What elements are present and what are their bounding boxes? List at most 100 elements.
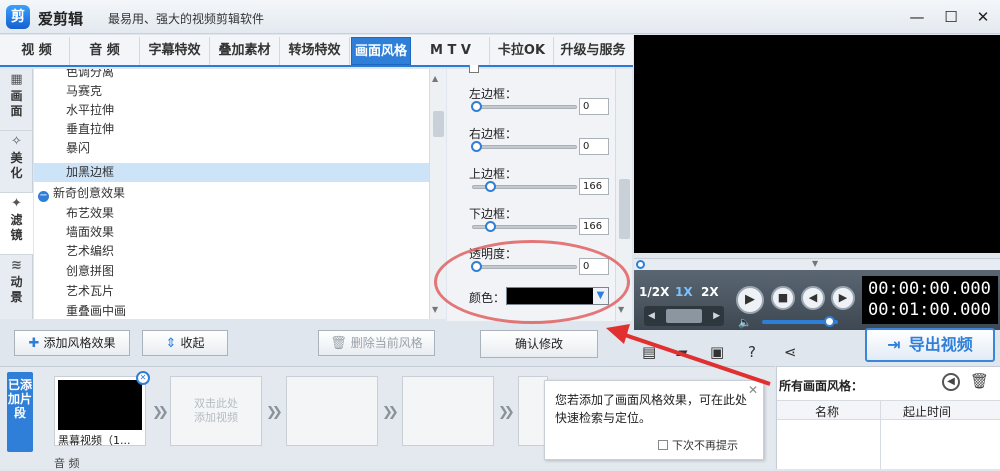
side-tab-filter[interactable]: ✦ 滤镜 (0, 193, 33, 255)
slider-knob[interactable] (485, 181, 497, 192)
slider-knob[interactable] (485, 221, 497, 232)
tab-video[interactable]: 视 频 (4, 37, 70, 65)
tab-mtv[interactable]: M T V (412, 37, 490, 65)
top-border-slider[interactable] (472, 181, 577, 192)
column-time-range: 起止时间 (903, 405, 952, 419)
tab-transition-effects[interactable]: 转场特效 (280, 37, 350, 65)
add-video-slot[interactable]: 双击此处 添加视频 (170, 376, 262, 446)
right-border-slider[interactable] (471, 141, 577, 152)
scroll-down-icon[interactable]: ▼ (432, 305, 438, 314)
option-checkbox[interactable] (469, 65, 479, 73)
seek-bar[interactable]: ▼ (634, 258, 1000, 270)
speed-normal[interactable]: 1X (675, 285, 693, 299)
tab-audio[interactable]: 音 频 (70, 37, 140, 65)
top-border-value[interactable]: 166 (579, 178, 609, 195)
maximize-icon[interactable]: ☐ (940, 6, 962, 28)
play-icon[interactable]: ▶ (736, 286, 764, 314)
slider-knob[interactable] (471, 101, 482, 112)
annotation-ellipse (434, 240, 630, 324)
side-tab-bar: ▦ 画面 ✧ 美化 ✦ 滤镜 ≋ 动景 (0, 69, 33, 319)
list-item[interactable]: 水平拉伸 (34, 101, 429, 120)
bottom-border-value[interactable]: 166 (579, 218, 609, 235)
right-border-label: 右边框： (469, 127, 518, 141)
speed-double[interactable]: 2X (701, 285, 719, 299)
chevron-right-icon: ❯❯ (498, 405, 515, 420)
chevron-down-icon[interactable]: ▼ (812, 259, 818, 268)
list-item[interactable]: 布艺效果 (34, 204, 429, 223)
left-border-value[interactable]: 0 (579, 98, 609, 115)
chevron-right-icon: ❯❯ (266, 405, 283, 420)
tab-overlay-materials[interactable]: 叠加素材 (210, 37, 280, 65)
trash-icon: 🗑 (330, 336, 347, 351)
collapse-icon: ⇕ (165, 336, 177, 351)
export-video-button[interactable]: ⇥ 导出视频 (865, 328, 995, 362)
tab-subtitle-effects[interactable]: 字幕特效 (140, 37, 210, 65)
dont-show-again-checkbox[interactable]: 下次不再提示 (658, 437, 738, 453)
time-display: 00:00:00.000 00:01:00.000 (862, 276, 998, 324)
seek-knob[interactable] (636, 260, 645, 269)
scroll-up-icon[interactable]: ▲ (432, 74, 438, 83)
trash-icon[interactable]: 🗑 (970, 372, 989, 390)
scroll-thumb[interactable] (433, 111, 444, 137)
tab-karaoke[interactable]: 卡拉OK (490, 37, 554, 65)
list-group-label: 新奇创意效果 (53, 186, 126, 200)
top-border-label: 上边框： (469, 167, 518, 181)
clip-label: 黑幕视频（1... (58, 434, 131, 447)
current-time: 00:00:00.000 (868, 279, 991, 299)
share-icon[interactable]: ⋖ (784, 343, 797, 361)
chevron-right-icon: ❯❯ (382, 405, 399, 420)
hint-text: 您若添加了画面风格效果，可在此处快速检索与定位。 (555, 393, 748, 425)
side-tab-picture[interactable]: ▦ 画面 (0, 69, 33, 131)
checkbox-box[interactable] (658, 440, 668, 450)
left-border-label: 左边框： (469, 87, 518, 101)
previous-icon[interactable]: ◀ (801, 286, 825, 310)
side-tab-motion[interactable]: ≋ 动景 (0, 255, 33, 317)
confirm-button[interactable]: 确认修改 (480, 330, 598, 358)
close-icon[interactable]: ✕ (972, 6, 994, 28)
app-name: 爱剪辑 (38, 10, 84, 28)
list-item[interactable]: 艺术瓦片 (34, 282, 429, 301)
list-item[interactable]: 艺术编织 (34, 242, 429, 261)
column-divider (880, 400, 881, 469)
app-slogan: 最易用、强大的视频剪辑软件 (108, 12, 265, 26)
style-list-header (777, 400, 1000, 420)
tab-upgrade-service[interactable]: 升级与服务 (554, 37, 632, 65)
list-item[interactable]: 重叠画中画 (34, 302, 429, 319)
list-group-creative[interactable]: − 新奇创意效果 (34, 184, 429, 203)
next-icon[interactable]: ▶ (831, 286, 855, 310)
style-list-title: 所有画面风格： (779, 379, 864, 393)
bottom-border-slider[interactable] (472, 221, 577, 232)
minimize-icon[interactable]: — (906, 6, 928, 28)
total-time: 00:01:00.000 (868, 300, 991, 320)
delete-style-button[interactable]: 🗑 删除当前风格 (318, 330, 435, 356)
list-item[interactable]: 垂直拉伸 (34, 120, 429, 139)
annotation-arrow (606, 324, 771, 386)
list-item[interactable]: 墙面效果 (34, 223, 429, 242)
scroll-down-icon[interactable]: ▼ (618, 305, 624, 314)
locate-icon[interactable]: ◀ (942, 373, 960, 391)
list-item[interactable]: 马赛克 (34, 82, 429, 101)
side-tab-beautify[interactable]: ✧ 美化 (0, 131, 33, 193)
stop-icon[interactable]: ■ (771, 286, 795, 310)
speed-half[interactable]: 1/2X (639, 285, 669, 299)
collapse-button[interactable]: ⇕ 收起 (142, 330, 228, 356)
add-effect-icon: ✚ (28, 336, 40, 351)
collapse-icon[interactable]: − (38, 191, 49, 202)
empty-slot[interactable] (286, 376, 378, 446)
remove-clip-icon[interactable]: ✕ (136, 371, 150, 385)
list-item-selected[interactable]: 加黑边框 (34, 163, 429, 182)
right-border-value[interactable]: 0 (579, 138, 609, 155)
list-item[interactable]: 色调分离 (34, 69, 429, 82)
export-icon: ⇥ (887, 335, 901, 354)
tab-picture-style[interactable]: 画面风格 (351, 37, 411, 65)
add-style-button[interactable]: ✚ 添加风格效果 (14, 330, 130, 356)
scroll-thumb[interactable] (619, 179, 630, 239)
added-clips-label: 已添加片段 (7, 372, 33, 452)
slider-knob[interactable] (471, 141, 482, 152)
motion-icon: ≋ (11, 258, 22, 273)
empty-slot[interactable] (402, 376, 494, 446)
left-border-slider[interactable] (471, 101, 577, 112)
list-item[interactable]: 暴闪 (34, 139, 429, 158)
clip-black-video[interactable]: 黑幕视频（1... ✕ (54, 371, 150, 447)
list-item[interactable]: 创意拼图 (34, 262, 429, 281)
